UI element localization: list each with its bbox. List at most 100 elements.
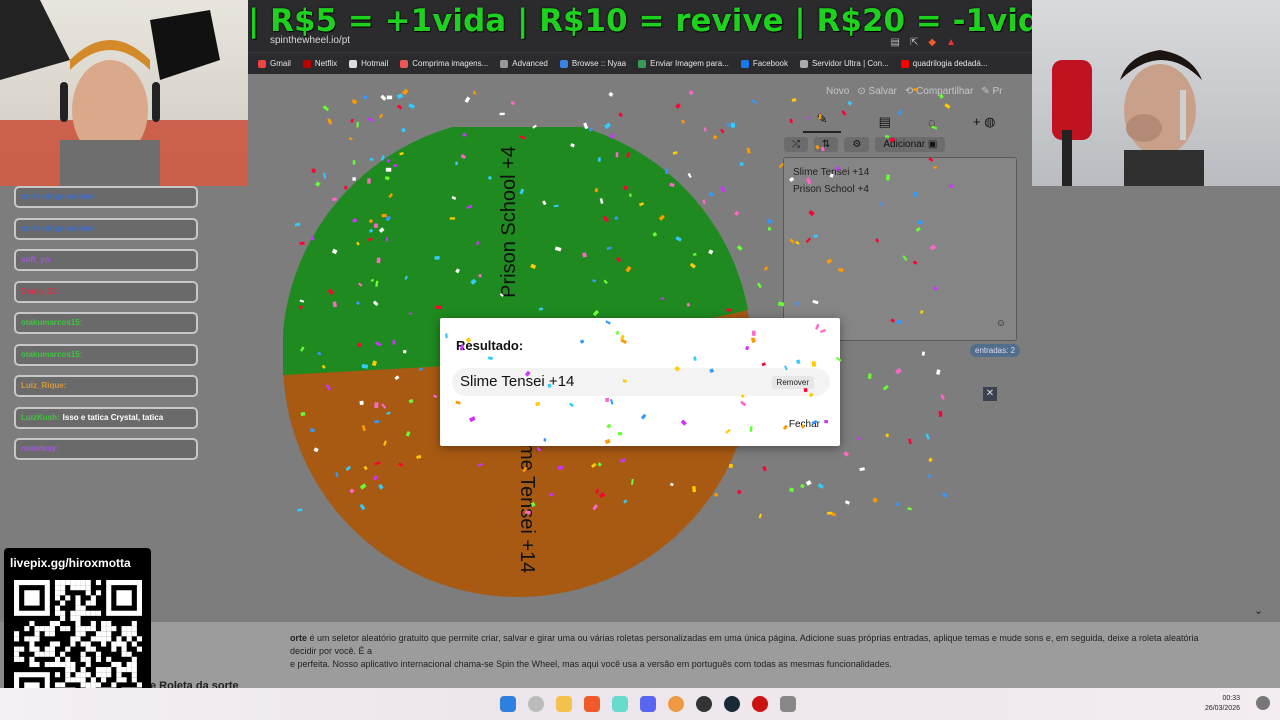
emoji-icon[interactable]: ☺ (996, 315, 1006, 332)
chat-message: cortesdogokublack: (14, 186, 198, 208)
qr-module (34, 631, 40, 637)
qr-module (121, 641, 127, 647)
brave-shield-icon[interactable]: ◆ (928, 34, 936, 52)
save-button[interactable]: ⊙ Salvar (857, 86, 897, 97)
shuffle-button[interactable]: ⤮ (784, 136, 808, 152)
bookmark-servidor[interactable]: Servidor Ultra | Con... (799, 59, 889, 68)
qr-module (131, 631, 137, 637)
reader-icon[interactable]: ▤ (891, 34, 900, 52)
steam-icon[interactable] (724, 696, 740, 712)
remove-button[interactable]: Remover (771, 376, 814, 389)
entries-textarea[interactable]: Slime Tensei +14 Prison School +4 ☺ (783, 157, 1017, 341)
qr-module (80, 641, 86, 647)
taskbar: 00:33 26/03/2026 (0, 688, 1280, 720)
bookmark-facebook[interactable]: Facebook (740, 59, 788, 68)
qr-module (80, 677, 86, 683)
qr-module (75, 595, 81, 601)
bookmark-gmail[interactable]: Gmail (258, 59, 291, 68)
qr-module (65, 677, 71, 683)
clipboard-tab-icon[interactable]: ▤ (879, 114, 891, 130)
bookmark-enviar-imagem[interactable]: Enviar Imagem para... (638, 59, 729, 68)
settings-button[interactable]: ⚙ (844, 136, 870, 152)
qr-module (60, 651, 66, 657)
share-button[interactable]: ⟲ Compartilhar (905, 86, 973, 97)
qr-module (101, 626, 107, 632)
qr-module (95, 590, 102, 596)
add-color-icon[interactable]: + ◍ (973, 114, 996, 130)
qr-module (44, 646, 50, 652)
qr-module (70, 585, 76, 591)
qr-module (70, 610, 76, 616)
add-image-button[interactable]: Adicionar ▣ (875, 136, 946, 152)
qr-module (80, 631, 86, 637)
record-icon[interactable] (752, 696, 768, 712)
avatar[interactable] (1256, 696, 1270, 710)
qr-finder (24, 590, 40, 606)
app-icon[interactable] (612, 696, 628, 712)
qr-module (136, 682, 142, 688)
chat-message: cortesdogokublack: (14, 217, 198, 240)
start-icon[interactable] (500, 696, 516, 712)
entry-item: Slime Tensei +14 (793, 167, 870, 178)
settings-icon[interactable] (780, 696, 796, 712)
bookmark-netflix[interactable]: Netflix (302, 59, 337, 68)
qr-module (65, 672, 71, 678)
bookmark-quadrilogia[interactable]: quadrilogia dedadá... (900, 59, 987, 68)
description-text: orte é um seletor aleatório gratuito que… (290, 633, 1199, 669)
qr-module (75, 626, 81, 632)
clock[interactable]: 00:33 26/03/2026 (1205, 694, 1240, 714)
qr-module (80, 610, 86, 616)
qr-module (106, 672, 112, 678)
qr-module (60, 580, 66, 586)
qr-module (60, 615, 66, 621)
chevron-down-icon[interactable]: ⌄ (1254, 604, 1263, 617)
qr-module (70, 580, 76, 586)
qr-module (49, 651, 55, 657)
discord-icon[interactable] (640, 696, 656, 712)
close-icon[interactable]: ✕ (983, 387, 997, 401)
qr-module (75, 600, 81, 606)
qr-module (95, 631, 102, 637)
qr-module (111, 682, 117, 688)
qr-module (65, 667, 71, 673)
qr-module (44, 631, 50, 637)
qr-module (14, 631, 20, 637)
qr-module (54, 641, 61, 647)
qr-module (85, 646, 91, 652)
chat-message: notedeay: (14, 438, 198, 460)
folder-icon[interactable] (556, 696, 572, 712)
address-bar[interactable]: spinthewheel.io/pt ▤ ⇱ ◆ ▲ (252, 32, 962, 50)
qr-module (121, 667, 127, 673)
qr-module (49, 661, 55, 668)
bookmark-compress[interactable]: Comprima imagens... (400, 59, 488, 68)
close-button[interactable]: Fechar (789, 419, 820, 430)
qr-module (54, 590, 61, 596)
new-button[interactable]: Novo (826, 86, 849, 97)
result-row: Slime Tensei +14 Remover (452, 368, 830, 396)
qr-module (39, 626, 45, 632)
qr-module (75, 672, 81, 678)
qr-module (106, 656, 112, 662)
bookmark-advanced[interactable]: Advanced (500, 59, 548, 68)
sort-button[interactable]: ⇅ (814, 136, 839, 152)
search-icon[interactable] (528, 696, 544, 712)
brave-icon[interactable] (584, 696, 600, 712)
bookmark-hotmail[interactable]: Hotmail (349, 59, 388, 68)
qr-module (24, 626, 30, 632)
qr-module (126, 661, 132, 668)
obs-icon[interactable] (696, 696, 712, 712)
chrome-icon[interactable] (668, 696, 684, 712)
rewards-icon[interactable]: ▲ (946, 34, 956, 52)
qr-module (131, 672, 137, 678)
qr-module (49, 626, 55, 632)
qr-module (34, 636, 40, 642)
edit-tab-icon[interactable]: ✎ (802, 111, 842, 133)
qr-module (101, 677, 107, 683)
share-icon[interactable]: ⇱ (910, 34, 918, 52)
hide-tab-icon[interactable]: ◌ (928, 115, 936, 130)
qr-module (60, 626, 66, 632)
bookmark-nyaa[interactable]: Browse :: Nyaa (559, 59, 626, 68)
wheel-label-prison: Prison School +4 (498, 146, 520, 298)
more-button[interactable]: ✎ Pr (981, 86, 1002, 97)
qr-module (49, 646, 55, 652)
